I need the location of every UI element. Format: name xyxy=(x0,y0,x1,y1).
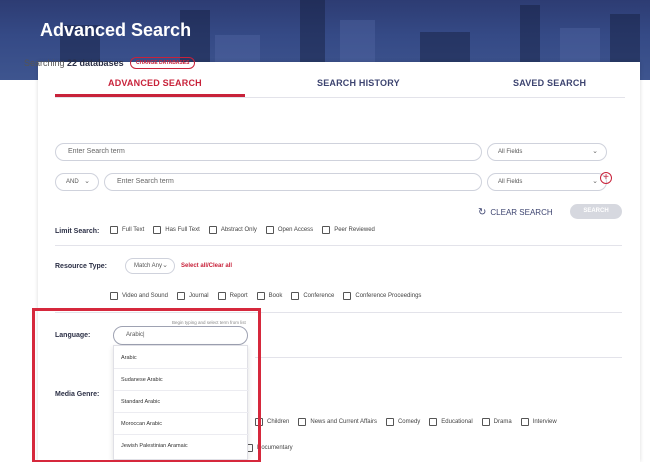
limit-search-label: Limit Search: xyxy=(55,228,100,235)
chevron-down-icon: ⌄ xyxy=(592,148,598,155)
checkbox-box xyxy=(481,418,490,426)
checkbox-box xyxy=(265,226,274,234)
search-term-input-1[interactable]: Enter Search term xyxy=(55,143,482,161)
checkbox-box xyxy=(176,292,185,300)
chevron-down-icon: ⌄ xyxy=(162,262,168,269)
match-any-select[interactable]: Match Any ⌄ xyxy=(125,258,175,274)
checkbox-box xyxy=(429,418,438,426)
checkbox-label: Conference xyxy=(303,293,335,299)
checkbox-label: Educational xyxy=(441,419,473,425)
checkbox-journal[interactable]: Journal xyxy=(176,292,209,300)
checkbox-open-access[interactable]: Open Access xyxy=(265,226,314,234)
checkbox-label: Journal xyxy=(188,293,209,299)
checkbox-educational[interactable]: Educational xyxy=(429,418,473,426)
checkbox-conference[interactable]: Conference xyxy=(291,292,334,300)
checkbox-has-full-text[interactable]: Has Full Text xyxy=(153,226,200,234)
checkbox-full-text[interactable]: Full Text xyxy=(110,226,144,234)
checkbox-comedy[interactable]: Comedy xyxy=(385,418,421,426)
checkbox-label: Book xyxy=(268,293,283,299)
highlight-box xyxy=(32,308,261,462)
database-count: 22 databases xyxy=(67,58,124,68)
search-button[interactable]: SEARCH xyxy=(570,204,622,219)
checkbox-conference-proceedings[interactable]: Conference Proceedings xyxy=(343,292,421,300)
checkbox-abstract-only[interactable]: Abstract Only xyxy=(208,226,257,234)
tab-bar: ADVANCED SEARCH SEARCH HISTORY SAVED SEA… xyxy=(55,72,625,98)
operator-select[interactable]: AND ⌄ xyxy=(55,173,99,191)
field-select-1-value: All Fields xyxy=(498,149,523,155)
checkbox-label: Comedy xyxy=(397,419,421,425)
clear-search-label: CLEAR SEARCH xyxy=(490,208,553,217)
tab-advanced-search[interactable]: ADVANCED SEARCH xyxy=(108,78,202,88)
checkbox-label: Drama xyxy=(493,419,512,425)
select-all-link[interactable]: Select all/Clear all xyxy=(181,263,232,269)
checkbox-box xyxy=(110,292,118,300)
checkbox-video-and-sound[interactable]: Video and Sound xyxy=(110,292,168,300)
active-tab-indicator xyxy=(55,94,245,97)
section-divider xyxy=(255,357,622,358)
field-select-2-value: All Fields xyxy=(498,179,523,185)
checkbox-box xyxy=(217,292,226,300)
refresh-icon: ↻ xyxy=(478,207,487,218)
tab-divider xyxy=(55,97,625,98)
add-row-icon[interactable]: + xyxy=(600,172,612,184)
checkbox-drama[interactable]: Drama xyxy=(481,418,512,426)
checkbox-label: Report xyxy=(229,293,248,299)
tab-saved-search[interactable]: SAVED SEARCH xyxy=(513,78,586,88)
chevron-down-icon: ⌄ xyxy=(592,178,598,185)
checkbox-label: Open Access xyxy=(277,227,314,233)
field-select-1[interactable]: All Fields ⌄ xyxy=(487,143,607,161)
checkbox-box xyxy=(343,292,352,300)
checkbox-label: Video and Sound xyxy=(122,293,168,299)
checkbox-box xyxy=(322,226,331,234)
checkbox-box xyxy=(110,226,118,234)
checkbox-label: Peer Reviewed xyxy=(334,227,375,233)
checkbox-box xyxy=(153,226,162,234)
searching-prefix: Searching xyxy=(24,58,65,68)
checkbox-interview[interactable]: Interview xyxy=(520,418,557,426)
tab-search-history[interactable]: SEARCH HISTORY xyxy=(317,78,400,88)
checkbox-box xyxy=(256,292,265,300)
checkbox-box xyxy=(208,226,217,234)
checkbox-label: News and Current Affairs xyxy=(310,419,377,425)
checkbox-box xyxy=(520,418,529,426)
checkbox-label: Conference Proceedings xyxy=(355,293,422,299)
limit-search-options: Full Text Has Full Text Abstract Only Op… xyxy=(110,226,375,234)
checkbox-label: Interview xyxy=(532,419,557,425)
checkbox-box xyxy=(298,418,307,426)
checkbox-label: Has Full Text xyxy=(165,227,200,233)
checkbox-news-and-current-affairs[interactable]: News and Current Affairs xyxy=(298,418,377,426)
resource-type-options: Video and Sound Journal Report Book Conf… xyxy=(110,292,421,300)
clear-search-button[interactable]: ↻ CLEAR SEARCH xyxy=(478,207,553,218)
change-databases-button[interactable]: CHANGE DATABASES xyxy=(130,57,196,69)
searching-summary: Searching 22 databases xyxy=(24,58,124,68)
checkbox-label: Abstract Only xyxy=(220,227,257,233)
resource-type-label: Resource Type: xyxy=(55,263,107,270)
checkbox-label: Children xyxy=(267,419,290,425)
operator-value: AND xyxy=(66,179,79,185)
section-divider xyxy=(55,245,622,246)
checkbox-box xyxy=(385,418,394,426)
match-any-value: Match Any xyxy=(134,263,163,269)
page-title: Advanced Search xyxy=(40,20,192,40)
checkbox-label: Documentary xyxy=(257,445,293,451)
field-select-2[interactable]: All Fields ⌄ xyxy=(487,173,607,191)
checkbox-book[interactable]: Book xyxy=(256,292,283,300)
search-term-input-2[interactable]: Enter Search term xyxy=(104,173,482,191)
checkbox-report[interactable]: Report xyxy=(217,292,248,300)
checkbox-peer-reviewed[interactable]: Peer Reviewed xyxy=(322,226,375,234)
media-genre-options: Children News and Current Affairs Comedy… xyxy=(255,418,557,426)
checkbox-label: Full Text xyxy=(122,227,145,233)
chevron-down-icon: ⌄ xyxy=(84,178,90,185)
checkbox-box xyxy=(291,292,300,300)
